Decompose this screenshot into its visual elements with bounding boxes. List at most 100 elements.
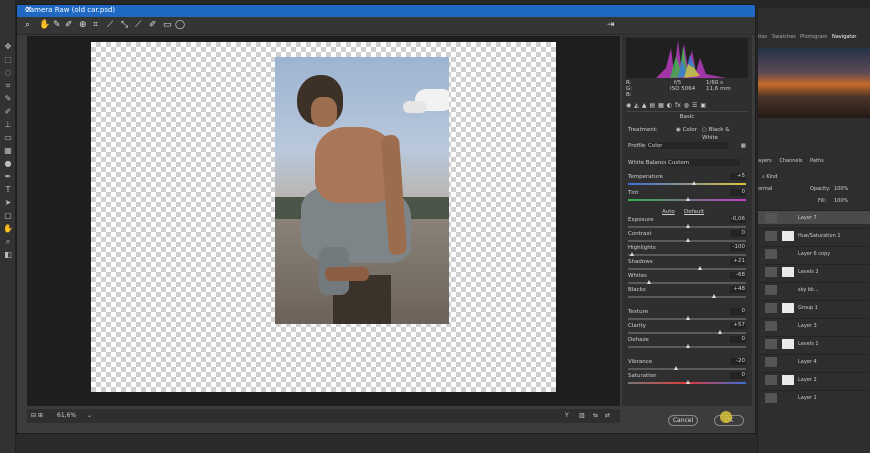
slider-value[interactable]: 0 [730,372,746,379]
dodge-tool-icon[interactable]: ● [0,157,16,170]
slider-track[interactable] [628,197,746,201]
slider-knob[interactable] [697,266,702,270]
copy-settings-icon[interactable]: ⇄ [605,412,610,419]
tab-paths[interactable]: Paths [810,158,824,164]
slider-value[interactable]: 0 [730,336,746,343]
slider-track[interactable] [628,380,746,384]
slider-knob[interactable] [686,224,690,228]
default-link[interactable]: Default [684,208,704,216]
layer-row[interactable]: Layer 4 [758,354,870,368]
slider-track[interactable] [628,252,746,256]
gradient-filter-icon[interactable]: ▭ [163,20,172,30]
color-sampler-icon[interactable]: ✐ [65,20,73,30]
slider-track[interactable] [628,344,746,348]
layer-row[interactable]: sky bk... [758,282,870,296]
tab-navigator[interactable]: Navigator [832,34,856,40]
slider-value[interactable]: 0 [730,308,746,315]
slider-value[interactable]: -100 [730,244,746,251]
slider-value[interactable]: +5 [730,173,746,180]
slider-track[interactable] [628,266,746,270]
fill-value[interactable]: 100% [834,198,848,204]
slider-value[interactable]: 0 [730,230,746,237]
opacity-value[interactable]: 100% [834,186,848,192]
slider-track[interactable] [628,294,746,298]
slider-value[interactable]: -0,06 [730,216,746,223]
eyedropper-tool-icon[interactable]: ✎ [0,92,16,105]
targeted-adjust-icon[interactable]: ⊕ [79,20,87,30]
layer-row[interactable]: Layer 2 [758,372,870,386]
slider-value[interactable]: +48 [730,286,746,293]
blend-mode-select[interactable]: ormal [758,186,772,192]
layer-row[interactable]: Hue/Saturation 1 [758,228,870,242]
straighten-icon[interactable]: ⟋ [107,20,113,30]
treatment-color-radio[interactable]: ◉ Color [676,126,697,134]
layer-row[interactable]: Levels 2 [758,264,870,278]
close-icon[interactable]: × [25,5,749,15]
shape-tool-icon[interactable]: ▢ [0,209,16,222]
crop-tool-icon[interactable]: ⌗ [0,79,16,92]
slider-track[interactable] [628,366,746,370]
brush-tool-icon[interactable]: ✐ [0,105,16,118]
before-after-icon[interactable]: ▥ [579,412,585,419]
slider-knob[interactable] [686,238,690,242]
slider-value[interactable]: 0 [730,189,746,196]
calibration-icon[interactable]: ◍ [684,102,689,109]
effects-icon[interactable]: fx [675,102,681,109]
tab-channels[interactable]: Channels [779,158,802,164]
tab-swatches[interactable]: Swatches [772,34,796,40]
hsl-icon[interactable]: ▤ [650,102,656,109]
profile-browser-icon[interactable]: ▦ [741,142,746,150]
slider-track[interactable] [628,238,746,242]
gradient-tool-icon[interactable]: ▦ [0,144,16,157]
hand-icon[interactable]: ✋ [39,20,50,30]
slider-track[interactable] [628,316,746,320]
white-balance-icon[interactable]: ✎ [53,20,61,30]
hand-tool-icon[interactable]: ✋ [0,222,16,235]
slider-track[interactable] [628,280,746,284]
zoom-level[interactable]: 61,6% [57,412,76,419]
marquee-tool-icon[interactable]: ⬚ [0,53,16,66]
brush-icon[interactable]: ✐ [149,20,157,30]
type-tool-icon[interactable]: T [0,183,16,196]
layer-row[interactable]: Layer 6 copy [758,246,870,260]
move-tool-icon[interactable]: ✥ [0,40,16,53]
eraser-tool-icon[interactable]: ▭ [0,131,16,144]
fit-icon[interactable]: ⊟ ⊞ [31,412,43,419]
stamp-tool-icon[interactable]: ⊥ [0,118,16,131]
spot-removal-icon[interactable]: ⟋ [135,20,141,30]
zoom-dropdown-icon[interactable]: ⌄ [87,412,92,419]
treatment-bw-radio[interactable]: ○ Black & White [702,126,746,142]
tab-photogram[interactable]: Photogram [800,34,827,40]
layer-row[interactable]: Layer 1 [758,390,870,404]
presets-icon[interactable]: ☰ [692,102,697,109]
navigator-thumbnail[interactable] [758,48,870,118]
layer-row[interactable]: Group 1 [758,300,870,314]
slider-knob[interactable] [630,252,635,256]
radial-filter-icon[interactable]: ◯ [175,20,185,30]
layer-row[interactable]: Layer 3 [758,318,870,332]
slider-value[interactable]: +21 [730,258,746,265]
slider-knob[interactable] [686,344,690,348]
detail-icon[interactable]: ▲ [642,102,647,109]
slider-knob[interactable] [686,380,690,384]
white-balance-select[interactable]: Custom [666,159,740,166]
color-swatch-icon[interactable]: ◧ [0,248,16,261]
auto-link[interactable]: Auto [662,208,675,216]
snapshots-icon[interactable]: ▣ [700,102,706,109]
basic-tab-icon[interactable]: ◉ [626,102,631,109]
slider-knob[interactable] [674,366,679,370]
slider-knob[interactable] [646,280,651,284]
slider-knob[interactable] [711,294,716,298]
view-mode-icon[interactable]: Y [565,412,569,419]
slider-track[interactable] [628,330,746,334]
tab-layers[interactable]: ayers [758,158,772,164]
slider-value[interactable]: -68 [730,272,746,279]
path-select-tool-icon[interactable]: ➤ [0,196,16,209]
pen-tool-icon[interactable]: ✒ [0,170,16,183]
slider-knob[interactable] [686,197,690,201]
zoom-icon[interactable]: ⌕ [25,20,30,30]
slider-knob[interactable] [718,330,723,334]
lens-icon[interactable]: ◐ [667,102,672,109]
tab-properties[interactable]: ties [758,34,767,40]
layer-row[interactable]: Layer 7 [758,210,870,224]
